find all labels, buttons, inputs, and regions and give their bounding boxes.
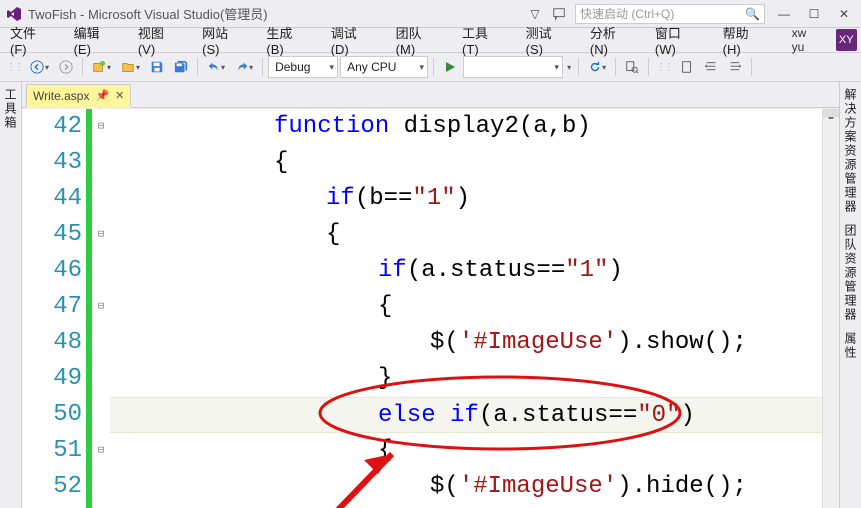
fold-empty — [92, 253, 110, 289]
platform-combo[interactable]: Any CPU — [340, 56, 428, 78]
fold-empty — [92, 325, 110, 361]
menu-edit[interactable]: 编辑(E) — [68, 21, 122, 59]
user-badge[interactable]: XY — [836, 29, 857, 51]
nav-forward-button[interactable] — [55, 56, 77, 78]
team-explorer-tab[interactable]: 团队资源管理器 — [842, 224, 859, 322]
line-number: 47 — [22, 289, 82, 325]
code-editor[interactable]: 4243444546474849505152 ⊟ ⊟ ⊟ ⊟ function dis… — [22, 108, 839, 508]
find-in-files-button[interactable] — [621, 56, 643, 78]
redo-button[interactable]: ▾ — [231, 56, 257, 78]
fold-toggle[interactable]: ⊟ — [92, 217, 110, 253]
toolbar-grip-icon: ⋮⋮ — [654, 62, 674, 73]
line-number: 49 — [22, 361, 82, 397]
quick-launch-placeholder: 快速启动 (Ctrl+Q) — [580, 5, 674, 22]
restore-button[interactable]: ☐ — [803, 3, 825, 25]
line-number: 50 — [22, 397, 82, 433]
fold-empty — [92, 181, 110, 217]
save-button[interactable] — [146, 56, 168, 78]
menu-website[interactable]: 网站(S) — [196, 21, 250, 59]
start-debug-button[interactable] — [439, 56, 461, 78]
vertical-scrollbar[interactable]: ▲ — [822, 109, 839, 508]
fold-empty — [92, 469, 110, 505]
file-tab-label: Write.aspx — [33, 89, 89, 103]
menu-file[interactable]: 文件(F) — [4, 21, 58, 59]
toolbox-panel-tab[interactable]: 工具箱 — [0, 82, 22, 508]
menu-build[interactable]: 生成(B) — [260, 21, 314, 59]
close-tab-icon[interactable]: ✕ — [115, 89, 124, 102]
line-number: 43 — [22, 145, 82, 181]
new-project-button[interactable]: ▾ — [88, 56, 115, 78]
browser-link-refresh-button[interactable]: ▾ — [584, 56, 610, 78]
line-number: 44 — [22, 181, 82, 217]
pin-icon[interactable]: 📌 — [95, 89, 109, 102]
code-line[interactable]: function display2(a,b) — [110, 109, 822, 145]
code-line[interactable]: $('#ImageUse').hide(); — [110, 469, 822, 505]
code-area[interactable]: function display2(a,b){if(b=="1"){if(a.s… — [110, 109, 822, 508]
fold-gutter[interactable]: ⊟ ⊟ ⊟ ⊟ — [92, 109, 110, 508]
line-number: 52 — [22, 469, 82, 505]
line-number: 42 — [22, 109, 82, 145]
feedback-icon[interactable] — [551, 6, 567, 22]
fold-toggle[interactable]: ⊟ — [92, 109, 110, 145]
code-line[interactable]: { — [110, 289, 822, 325]
menu-debug[interactable]: 调试(D) — [325, 21, 380, 59]
menu-team[interactable]: 团队(M) — [390, 21, 446, 59]
code-line[interactable]: else if(a.status=="0") — [110, 397, 822, 433]
save-all-button[interactable] — [170, 56, 192, 78]
undo-button[interactable]: ▾ — [203, 56, 229, 78]
tab-strip: Write.aspx 📌 ✕ — [22, 82, 839, 108]
menu-analyze[interactable]: 分析(N) — [584, 21, 639, 59]
menu-view[interactable]: 视图(V) — [132, 21, 186, 59]
fold-empty — [92, 145, 110, 181]
editor-wrap: Write.aspx 📌 ✕ 4243444546474849505152 ⊟⊟… — [22, 82, 839, 508]
toolbox-label: 工具箱 — [2, 88, 19, 130]
nav-back-button[interactable]: ▾ — [26, 56, 53, 78]
code-line[interactable]: if(b=="1") — [110, 181, 822, 217]
toolbar-grip-icon: ⋮⋮ — [4, 62, 24, 73]
menu-test[interactable]: 测试(S) — [520, 21, 574, 59]
vs-logo-icon — [6, 6, 22, 22]
main-area: 工具箱 Write.aspx 📌 ✕ 424344454647484950515… — [0, 82, 861, 508]
file-tab-active[interactable]: Write.aspx 📌 ✕ — [26, 84, 131, 108]
line-number: 46 — [22, 253, 82, 289]
notification-icon[interactable]: ▽ — [527, 6, 543, 22]
code-line[interactable]: if(a.status=="1") — [110, 253, 822, 289]
code-line[interactable]: { — [110, 217, 822, 253]
line-number: 48 — [22, 325, 82, 361]
line-number: 45 — [22, 217, 82, 253]
fold-toggle[interactable]: ⊟ — [92, 433, 110, 469]
new-item-button[interactable] — [676, 56, 698, 78]
config-combo[interactable]: Debug — [268, 56, 338, 78]
minimize-button[interactable]: — — [773, 3, 795, 25]
menubar: 文件(F) 编辑(E) 视图(V) 网站(S) 生成(B) 调试(D) 团队(M… — [0, 28, 861, 52]
menu-help[interactable]: 帮助(H) — [717, 21, 772, 59]
solution-explorer-tab[interactable]: 解决方案资源管理器 — [842, 88, 859, 214]
menu-window[interactable]: 窗口(W) — [649, 21, 707, 59]
search-icon: 🔍 — [745, 7, 760, 21]
code-line[interactable]: $('#ImageUse').show(); — [110, 325, 822, 361]
menu-tools[interactable]: 工具(T) — [456, 21, 510, 59]
line-number-gutter: 4243444546474849505152 — [22, 109, 86, 508]
indent-button[interactable] — [700, 56, 722, 78]
open-file-button[interactable]: ▾ — [117, 56, 144, 78]
properties-tab[interactable]: 属性 — [842, 332, 859, 360]
close-button[interactable]: ✕ — [833, 3, 855, 25]
right-panel-tabs: 解决方案资源管理器 团队资源管理器 属性 — [839, 82, 861, 508]
fold-empty — [92, 361, 110, 397]
fold-toggle[interactable]: ⊟ — [92, 289, 110, 325]
code-line[interactable]: { — [110, 433, 822, 469]
line-number: 51 — [22, 433, 82, 469]
debug-target-combo[interactable] — [463, 56, 563, 78]
split-handle[interactable] — [823, 109, 839, 117]
code-line[interactable]: { — [110, 145, 822, 181]
outdent-button[interactable] — [724, 56, 746, 78]
code-line[interactable]: } — [110, 361, 822, 397]
fold-empty — [92, 397, 110, 433]
user-name[interactable]: xw yu — [792, 26, 822, 54]
